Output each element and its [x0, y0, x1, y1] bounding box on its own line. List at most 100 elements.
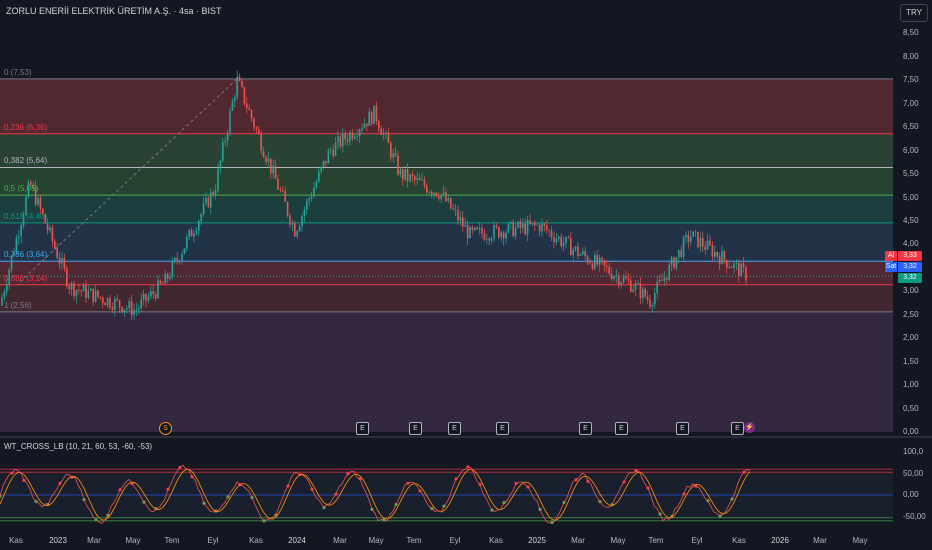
candle-body	[282, 190, 284, 192]
candle-body	[97, 290, 99, 297]
candle-body	[397, 155, 399, 175]
candle-body	[138, 307, 140, 310]
earnings-marker[interactable]: E	[496, 422, 509, 435]
candle-body	[150, 291, 152, 297]
earnings-marker[interactable]: E	[676, 422, 689, 435]
price-tick-label: 4,00	[903, 239, 919, 249]
time-tick-label: Mar	[333, 536, 347, 545]
candle-body	[699, 237, 702, 248]
candle-body	[430, 191, 433, 195]
currency-button[interactable]: TRY	[900, 4, 928, 22]
candle-body	[270, 158, 272, 174]
candle-body	[85, 285, 87, 299]
candle-body	[176, 258, 178, 261]
candle-body	[118, 300, 121, 307]
fib-label-4: 0,618 (4,46)	[4, 211, 48, 221]
candle-body	[106, 298, 109, 306]
candle-body	[718, 256, 721, 265]
candle-body	[334, 142, 337, 156]
ask-tag: Al	[885, 251, 897, 261]
earnings-marker[interactable]: E	[615, 422, 628, 435]
candle-body	[594, 255, 596, 269]
fib-band-7	[0, 311, 893, 432]
candle-body	[726, 260, 728, 268]
candle-body	[210, 192, 212, 208]
time-tick-label: May	[368, 536, 384, 545]
candle-body	[351, 132, 354, 139]
time-tick-label: Kas	[9, 536, 23, 545]
price-tick-label: 0,50	[903, 403, 919, 413]
candle-body	[66, 268, 68, 287]
candle-body	[483, 233, 486, 240]
candle-body	[279, 189, 282, 191]
earnings-marker[interactable]: E	[409, 422, 422, 435]
candle-body	[82, 285, 85, 292]
candle-body	[498, 227, 500, 238]
candle-body	[224, 140, 226, 143]
candle-body	[459, 217, 462, 221]
candle-body	[202, 203, 205, 215]
candle-body	[620, 282, 622, 286]
candle-body	[704, 246, 706, 250]
indicator-title[interactable]: WT_CROSS_LB (10, 21, 60, 53, -60, -53)	[4, 442, 152, 451]
flash-marker-icon[interactable]: ⚡	[744, 422, 755, 433]
candle-body	[399, 169, 402, 175]
candle-body	[478, 228, 481, 230]
candle-body	[680, 250, 682, 257]
candle-body	[694, 231, 697, 233]
candle-body	[538, 224, 541, 232]
fib-band-5	[0, 261, 893, 285]
candle-body	[428, 191, 430, 193]
candle-body	[366, 123, 368, 126]
price-tick-label: 7,50	[903, 75, 919, 85]
symbol-title[interactable]: ZORLU ENERİİ ELEKTRİK ÜRETİM A.Ş. · 4sa …	[6, 6, 222, 16]
price-tick-label: 5,50	[903, 169, 919, 179]
candle-body	[56, 248, 58, 258]
candle-body	[51, 227, 54, 242]
candle-body	[322, 160, 325, 167]
candle-body	[342, 133, 344, 147]
candle-body	[714, 251, 716, 257]
candle-body	[721, 251, 723, 265]
candle-body	[87, 290, 90, 299]
candle-body	[462, 217, 464, 227]
earnings-marker[interactable]: E	[448, 422, 461, 435]
indicator-tick-label: -50,00	[903, 511, 926, 521]
candle-body	[685, 234, 687, 238]
candle-body	[370, 111, 373, 124]
time-tick-label: 2023	[49, 536, 67, 545]
candle-body	[522, 223, 524, 229]
candle-body	[423, 179, 426, 186]
candle-body	[190, 229, 193, 237]
candle-body	[512, 221, 514, 237]
price-tick-label: 4,50	[903, 215, 919, 225]
candle-body	[375, 105, 378, 121]
candle-body	[589, 262, 591, 264]
earnings-marker[interactable]: E	[579, 422, 592, 435]
candle-body	[258, 129, 260, 135]
candle-body	[205, 197, 207, 204]
candle-body	[445, 192, 447, 202]
candle-body	[315, 181, 318, 188]
time-tick-label: Kas	[489, 536, 503, 545]
candle-body	[320, 166, 322, 172]
earnings-marker[interactable]: E	[356, 422, 369, 435]
indicator-tick-label: 50,00	[903, 468, 924, 478]
candle-body	[301, 215, 303, 227]
fib-label-1: 0,236 (6,36)	[4, 122, 48, 132]
candle-body	[262, 151, 265, 158]
price-tick-label: 8,50	[903, 28, 919, 38]
candle-body	[562, 242, 565, 246]
candle-body	[642, 288, 644, 299]
main-chart[interactable]	[0, 0, 932, 550]
candle-body	[738, 262, 740, 277]
time-tick-label: Mar	[87, 536, 101, 545]
candle-body	[308, 198, 310, 201]
earnings-marker[interactable]: E	[731, 422, 744, 435]
candle-body	[102, 297, 104, 303]
time-tick-label: 2025	[528, 536, 546, 545]
candle-body	[75, 289, 78, 297]
candle-body	[330, 149, 332, 151]
candle-body	[572, 249, 574, 256]
split-marker[interactable]: S	[159, 422, 172, 435]
